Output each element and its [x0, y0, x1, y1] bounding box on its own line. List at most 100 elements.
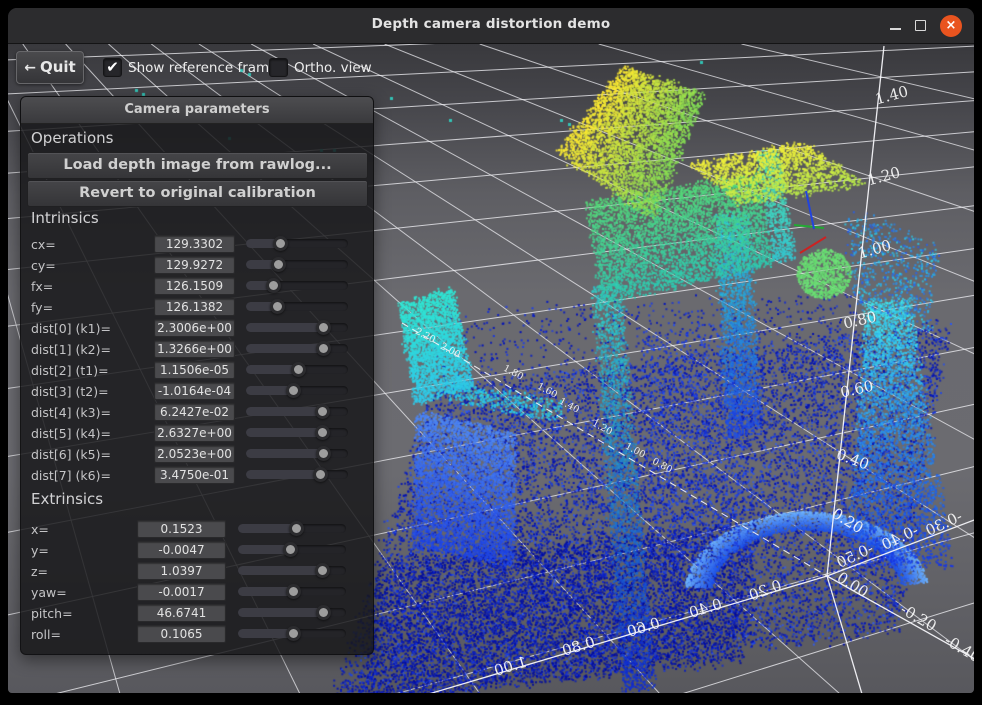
slider-knob[interactable] — [313, 467, 328, 482]
maximize-icon[interactable] — [915, 20, 926, 31]
param-slider[interactable] — [238, 545, 346, 554]
param-value-field[interactable]: 126.1382 — [154, 298, 235, 316]
param-row: z=1.0397 — [21, 562, 373, 582]
param-row: pitch= 46.6741 — [21, 604, 373, 624]
panel-title[interactable]: Camera parameters — [21, 97, 373, 124]
param-row: dist[3] (t2)=-1.0164e-04 — [21, 382, 373, 402]
slider-knob[interactable] — [271, 257, 286, 272]
param-label: roll= — [31, 627, 61, 642]
depth-axis-tick-label: 2.00 — [438, 341, 462, 361]
slider-knob[interactable] — [270, 299, 285, 314]
app-window: Depth camera distortion demo × 1.401.201… — [8, 8, 974, 693]
param-row: cy=129.9272 — [21, 256, 373, 276]
slider-knob[interactable] — [316, 605, 331, 620]
param-slider[interactable] — [246, 428, 348, 437]
param-row: dist[4] (k3)= 6.2427e-02 — [21, 403, 373, 423]
param-slider[interactable] — [238, 566, 346, 575]
axis-tick-label: 0.20 — [747, 576, 785, 604]
param-slider[interactable] — [246, 260, 348, 269]
checkbox-show-reference-frame[interactable]: ✔ — [103, 58, 122, 77]
window-title: Depth camera distortion demo — [8, 16, 974, 32]
slider-knob[interactable] — [283, 542, 298, 557]
param-slider[interactable] — [246, 386, 348, 395]
quit-button[interactable]: ←Quit — [16, 51, 84, 84]
slider-knob[interactable] — [286, 584, 301, 599]
param-slider[interactable] — [238, 629, 346, 638]
param-slider[interactable] — [246, 239, 348, 248]
title-bar[interactable]: Depth camera distortion demo × — [8, 8, 974, 44]
load-depth-image-button[interactable]: Load depth image from rawlog... — [27, 152, 368, 179]
param-value-field[interactable]: 1.3266e+00 — [154, 340, 235, 358]
param-value-field[interactable]: 2.0523e+00 — [154, 445, 235, 463]
slider-knob[interactable] — [316, 320, 331, 335]
param-row: roll= 0.1065 — [21, 625, 373, 645]
param-value-field[interactable]: 0.1523 — [137, 520, 226, 538]
slider-knob[interactable] — [316, 446, 331, 461]
param-slider[interactable] — [246, 365, 348, 374]
slider-knob[interactable] — [273, 236, 288, 251]
param-value-field[interactable]: 3.4750e-01 — [154, 466, 235, 484]
param-slider[interactable] — [246, 470, 348, 479]
check-icon: ✔ — [106, 58, 119, 76]
axis-tick-label: -0.40 — [941, 631, 974, 666]
slider-knob[interactable] — [289, 521, 304, 536]
param-value-field[interactable]: 129.3302 — [154, 235, 235, 253]
param-label: cx= — [31, 237, 56, 252]
revert-calibration-button[interactable]: Revert to original calibration — [27, 180, 368, 207]
slider-knob[interactable] — [315, 425, 330, 440]
param-value-field[interactable]: -1.0164e-04 — [154, 382, 235, 400]
param-value-field[interactable]: 2.6327e+00 — [154, 424, 235, 442]
param-slider[interactable] — [246, 449, 348, 458]
param-row: x= 0.1523 — [21, 520, 373, 540]
slider-knob[interactable] — [291, 362, 306, 377]
param-slider[interactable] — [238, 608, 346, 617]
param-row: y= -0.0047 — [21, 541, 373, 561]
param-label: dist[4] (k3)= — [31, 405, 111, 420]
param-value-field[interactable]: 129.9272 — [154, 256, 235, 274]
param-slider[interactable] — [246, 302, 348, 311]
param-slider[interactable] — [246, 323, 348, 332]
minimize-icon[interactable] — [890, 28, 901, 30]
axis-tick-label: -0.50 — [834, 539, 876, 572]
param-value-field[interactable]: 126.1509 — [154, 277, 235, 295]
slider-knob[interactable] — [316, 341, 331, 356]
toolbar: ←Quit ✔ Show reference frame Ortho. view — [8, 44, 388, 89]
param-slider[interactable] — [246, 344, 348, 353]
param-label: yaw= — [31, 585, 67, 600]
param-value-field[interactable]: 0.1065 — [137, 625, 226, 643]
param-slider[interactable] — [238, 587, 346, 596]
axis-tick-label: 0.00 — [834, 568, 872, 601]
param-value-field[interactable]: 1.1506e-05 — [154, 361, 235, 379]
param-value-field[interactable]: 6.2427e-02 — [154, 403, 235, 421]
param-label: fx= — [31, 279, 53, 294]
param-value-field[interactable]: 46.6741 — [137, 604, 226, 622]
param-row: dist[6] (k5)= 2.0523e+00 — [21, 445, 373, 465]
param-label: dist[6] (k5)= — [31, 447, 111, 462]
param-value-field[interactable]: 2.3006e+00 — [154, 319, 235, 337]
param-label: dist[2] (t1)= — [31, 363, 109, 378]
grid-line — [402, 323, 827, 576]
param-label: dist[1] (k2)= — [31, 342, 111, 357]
param-row: cx= 129.3302 — [21, 235, 373, 255]
param-label: y= — [31, 543, 49, 558]
param-slider[interactable] — [246, 407, 348, 416]
slider-knob[interactable] — [315, 404, 330, 419]
depth-axis-tick-label: 1.60 — [535, 381, 559, 401]
param-label: dist[7] (k6)= — [31, 468, 111, 483]
close-icon[interactable]: × — [940, 15, 962, 37]
slider-knob[interactable] — [286, 626, 301, 641]
param-value-field[interactable]: -0.0047 — [137, 541, 226, 559]
param-value-field[interactable]: -0.0017 — [137, 583, 226, 601]
param-label: pitch= — [31, 606, 73, 621]
axis-tick-label: 1.00 — [492, 653, 529, 680]
param-label: x= — [31, 522, 49, 537]
param-slider[interactable] — [238, 524, 346, 533]
param-label: dist[5] (k4)= — [31, 426, 111, 441]
slider-knob[interactable] — [286, 383, 301, 398]
checkbox-ortho-view[interactable] — [269, 58, 288, 77]
slider-knob[interactable] — [266, 278, 281, 293]
param-value-field[interactable]: 1.0397 — [137, 562, 226, 580]
slider-knob[interactable] — [315, 563, 330, 578]
param-slider[interactable] — [246, 281, 348, 290]
axis-tick-label: 0.40 — [687, 595, 724, 622]
